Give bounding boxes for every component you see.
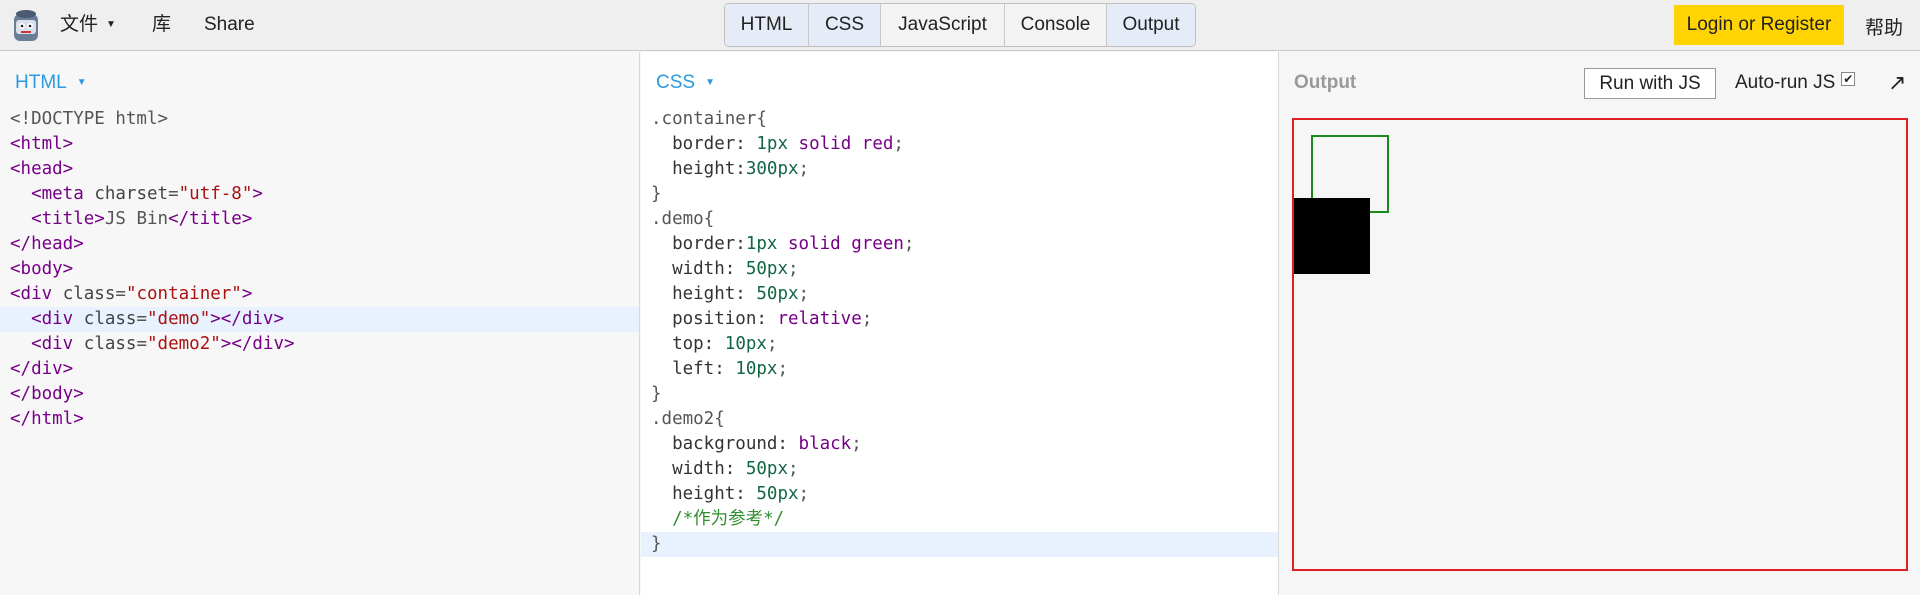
- html-code-editor[interactable]: <!DOCTYPE html> <html> <head> <meta char…: [0, 107, 639, 432]
- caret-down-icon: ▼: [705, 77, 715, 88]
- code-line: left: 10px;: [672, 359, 789, 379]
- code-line: <title>JS Bin</title>: [31, 209, 253, 229]
- top-toolbar: 文件 ▼ 库 Share HTML CSS JavaScript Console …: [0, 0, 1920, 51]
- code-line: .container{: [651, 109, 767, 129]
- menu-share[interactable]: Share: [204, 13, 255, 37]
- code-line: <head>: [10, 159, 74, 179]
- code-line: </body>: [10, 384, 84, 404]
- code-line: <div class="demo2"></div>: [31, 334, 295, 354]
- menu-file-label: 文件: [60, 14, 99, 35]
- output-container-box: [1292, 118, 1908, 571]
- code-line: </head>: [10, 234, 84, 254]
- css-panel-label-text: CSS: [656, 72, 696, 93]
- menu-file[interactable]: 文件 ▼: [60, 13, 116, 40]
- code-line: background: black;: [672, 434, 862, 454]
- code-line: }: [651, 384, 662, 404]
- css-editor-panel: CSS ▼ .container{ border: 1px solid red; …: [641, 52, 1279, 595]
- caret-down-icon: ▼: [76, 77, 87, 88]
- code-line: }: [641, 532, 1278, 557]
- html-panel-label[interactable]: HTML ▼: [15, 72, 87, 94]
- html-editor-panel: HTML ▼ <!DOCTYPE html> <html> <head> <met…: [0, 52, 640, 595]
- code-line: <meta charset="utf-8">: [31, 184, 263, 204]
- code-line: <div class="container">: [10, 284, 253, 304]
- autorun-js-label: Auto-run JS: [1735, 72, 1836, 93]
- code-line: width: 50px;: [672, 259, 799, 279]
- code-line: </div>: [10, 359, 74, 379]
- code-line: <body>: [10, 259, 74, 279]
- caret-down-icon: ▼: [106, 19, 116, 30]
- run-with-js-button[interactable]: Run with JS: [1584, 68, 1716, 99]
- tab-output[interactable]: Output: [1107, 4, 1195, 46]
- code-line: height:300px;: [672, 159, 810, 179]
- code-line: position: relative;: [672, 309, 873, 329]
- code-line: }: [651, 184, 662, 204]
- autorun-js-toggle[interactable]: Auto-run JS ✔: [1735, 72, 1856, 94]
- help-link[interactable]: 帮助: [1865, 13, 1903, 40]
- code-line: height: 50px;: [672, 284, 810, 304]
- code-line: height: 50px;: [672, 484, 810, 504]
- code-line: /*作为参考*/: [672, 509, 785, 529]
- code-line: .demo{: [651, 209, 715, 229]
- tab-html[interactable]: HTML: [725, 4, 809, 46]
- output-demo2-box: [1294, 198, 1370, 274]
- code-line: <!DOCTYPE html>: [10, 109, 169, 129]
- jsbin-logo-icon[interactable]: [12, 8, 40, 43]
- output-panel: Output Run with JS Auto-run JS ✔ ↗: [1280, 52, 1920, 595]
- code-line: .demo2{: [651, 409, 725, 429]
- css-code-editor[interactable]: .container{ border: 1px solid red; heigh…: [641, 107, 1278, 557]
- tab-css[interactable]: CSS: [809, 4, 881, 46]
- code-line: <html>: [10, 134, 74, 154]
- panel-toggle-group: HTML CSS JavaScript Console Output: [724, 3, 1196, 47]
- css-panel-label[interactable]: CSS ▼: [656, 72, 715, 94]
- code-line: top: 10px;: [672, 334, 778, 354]
- code-line: <div class="demo"></div>: [0, 307, 639, 332]
- html-panel-label-text: HTML: [15, 72, 67, 93]
- login-register-button[interactable]: Login or Register: [1674, 5, 1844, 45]
- menu-library[interactable]: 库: [152, 13, 171, 37]
- tab-console[interactable]: Console: [1005, 4, 1107, 46]
- popout-arrow-icon[interactable]: ↗: [1888, 70, 1906, 96]
- code-line: border: 1px solid red;: [672, 134, 904, 154]
- code-line: width: 50px;: [672, 459, 799, 479]
- autorun-checkbox[interactable]: ✔: [1841, 72, 1856, 86]
- tab-javascript[interactable]: JavaScript: [881, 4, 1005, 46]
- code-line: border:1px solid green;: [672, 234, 915, 254]
- output-panel-label: Output: [1294, 72, 1357, 93]
- code-line: </html>: [10, 409, 84, 429]
